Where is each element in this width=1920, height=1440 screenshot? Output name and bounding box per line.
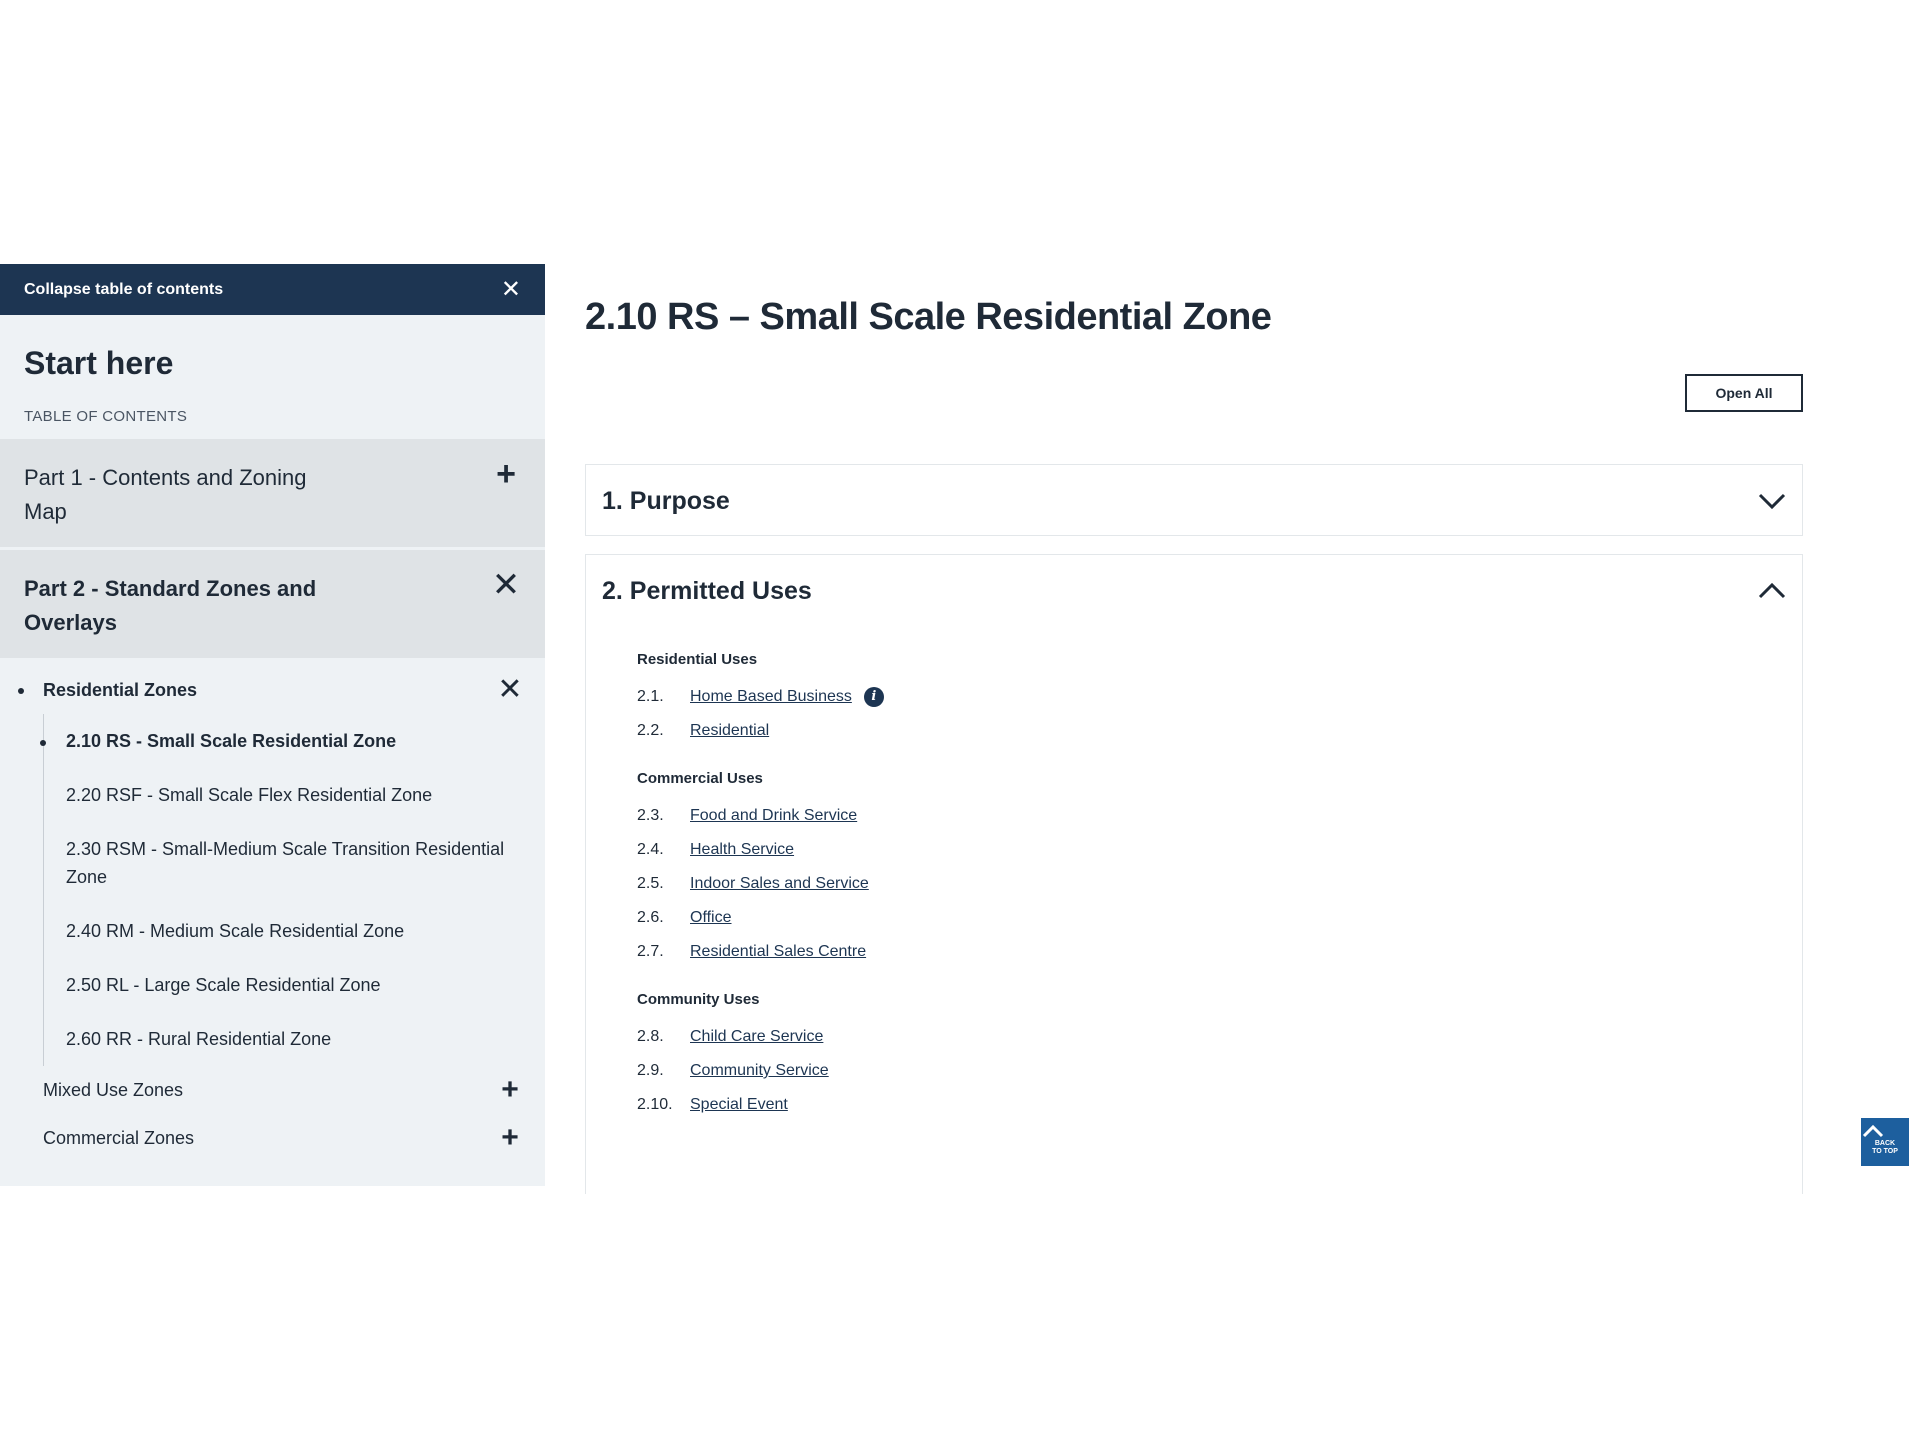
use-group-title: Community Uses (637, 991, 760, 1008)
use-item: 2.7. Residential Sales Centre (637, 935, 1802, 969)
toc-zone-label: 2.20 RSF - Small Scale Flex Residential … (66, 785, 433, 805)
use-item: 2.1. Home Based Business i (637, 680, 1802, 714)
use-item: 2.5. Indoor Sales and Service (637, 867, 1802, 901)
toc-label: TABLE OF CONTENTS (24, 408, 188, 425)
bullet-icon (18, 688, 24, 694)
permitted-uses-list: Residential Uses 2.1. Home Based Busines… (586, 627, 1802, 1122)
toc-zone-item-active[interactable]: 2.10 RS - Small Scale Residential Zone (40, 714, 545, 768)
use-item: 2.4. Health Service (637, 833, 1802, 867)
main-content: 2.10 RS – Small Scale Residential Zone O… (585, 264, 1803, 1194)
toc-commercial-zones-label[interactable]: Commercial Zones (43, 1128, 194, 1149)
close-icon[interactable]: ✕ (495, 675, 525, 705)
use-number: 2.3. (637, 807, 664, 824)
use-link[interactable]: Home Based Business (690, 688, 852, 706)
plus-icon[interactable]: + (495, 1075, 525, 1105)
use-link[interactable]: Indoor Sales and Service (690, 875, 869, 893)
toc-residential-zones-label[interactable]: Residential Zones (43, 680, 197, 701)
arrow-up-icon (1862, 1124, 1884, 1138)
use-number: 2.8. (637, 1028, 664, 1045)
use-link[interactable]: Residential (690, 722, 769, 740)
page-title: 2.10 RS – Small Scale Residential Zone (585, 296, 1272, 338)
toc-part-1[interactable]: Part 1 - Contents and Zoning Map + (0, 439, 545, 547)
toc-commercial-zones[interactable]: Commercial Zones + (0, 1114, 545, 1162)
accordion-purpose: 1. Purpose (585, 464, 1803, 536)
use-group-residential: Residential Uses 2.1. Home Based Busines… (637, 651, 1802, 748)
accordion-permitted-uses-title: 2. Permitted Uses (602, 576, 812, 605)
toc-part-2-title[interactable]: Part 2 - Standard Zones and Overlays (24, 572, 324, 640)
toc-zone-item[interactable]: 2.60 RR - Rural Residential Zone (44, 1012, 545, 1066)
use-number: 2.6. (637, 909, 664, 926)
use-link[interactable]: Child Care Service (690, 1028, 823, 1046)
toc-part-1-title[interactable]: Part 1 - Contents and Zoning Map (24, 461, 324, 529)
close-icon[interactable]: ✕ (501, 277, 521, 302)
toc-zone-item[interactable]: 2.50 RL - Large Scale Residential Zone (44, 958, 545, 1012)
toc-zone-item[interactable]: 2.30 RSM - Small-Medium Scale Transition… (44, 822, 545, 904)
bullet-icon (40, 740, 46, 746)
back-to-top-button[interactable]: BACK TO TOP (1861, 1118, 1909, 1166)
use-link[interactable]: Health Service (690, 841, 794, 859)
toc-zone-item[interactable]: 2.20 RSF - Small Scale Flex Residential … (44, 768, 545, 822)
back-to-top-line1: BACK (1874, 1140, 1896, 1147)
collapse-toc-label: Collapse table of contents (24, 280, 224, 298)
accordion-permitted-uses-header[interactable]: 2. Permitted Uses (586, 555, 1802, 627)
use-group-community: Community Uses 2.8. Child Care Service 2… (637, 991, 1802, 1122)
use-number: 2.4. (637, 841, 664, 858)
open-all-button[interactable]: Open All (1685, 374, 1803, 412)
use-number: 2.5. (637, 875, 664, 892)
info-icon[interactable]: i (863, 687, 884, 707)
toc-part-2[interactable]: Part 2 - Standard Zones and Overlays ✕ (0, 550, 545, 658)
accordion-permitted-uses: 2. Permitted Uses Residential Uses 2.1. … (585, 554, 1803, 1194)
use-item: 2.6. Office (637, 901, 1802, 935)
use-link[interactable]: Office (690, 909, 732, 927)
use-number: 2.7. (637, 943, 664, 960)
toc-zone-label: 2.50 RL - Large Scale Residential Zone (66, 975, 381, 995)
toc-zone-label: 2.30 RSM - Small-Medium Scale Transition… (66, 839, 505, 887)
use-item: 2.8. Child Care Service (637, 1020, 1802, 1054)
toc-zone-item[interactable]: 2.40 RM - Medium Scale Residential Zone (44, 904, 545, 958)
use-item: 2.10. Special Event (637, 1088, 1802, 1122)
toc-zone-label: 2.10 RS - Small Scale Residential Zone (66, 731, 397, 751)
use-number: 2.10. (637, 1096, 673, 1113)
use-item: 2.9. Community Service (637, 1054, 1802, 1088)
collapse-toc-button[interactable]: Collapse table of contents ✕ (0, 264, 545, 315)
accordion-purpose-title: 1. Purpose (602, 486, 730, 515)
use-group-title: Commercial Uses (637, 770, 763, 787)
use-group-commercial: Commercial Uses 2.3. Food and Drink Serv… (637, 770, 1802, 969)
toc-zone-list: 2.10 RS - Small Scale Residential Zone 2… (40, 714, 545, 1066)
use-link[interactable]: Residential Sales Centre (690, 943, 866, 961)
close-icon[interactable]: ✕ (491, 568, 521, 602)
chevron-down-icon[interactable] (1756, 485, 1788, 517)
use-number: 2.2. (637, 722, 664, 739)
use-link[interactable]: Community Service (690, 1062, 829, 1080)
toc-zone-label: 2.60 RR - Rural Residential Zone (66, 1029, 332, 1049)
toc-residential-zones[interactable]: Residential Zones ✕ (0, 666, 545, 714)
toc-part-2-children: Residential Zones ✕ 2.10 RS - Small Scal… (0, 658, 545, 1162)
use-link[interactable]: Special Event (690, 1096, 788, 1114)
toc-mixed-use-zones[interactable]: Mixed Use Zones + (0, 1066, 545, 1114)
chevron-up-icon[interactable] (1756, 575, 1788, 607)
use-group-title: Residential Uses (637, 651, 758, 668)
toc-zone-label: 2.40 RM - Medium Scale Residential Zone (66, 921, 405, 941)
accordion-purpose-header[interactable]: 1. Purpose (586, 465, 1802, 537)
plus-icon[interactable]: + (495, 1123, 525, 1153)
use-item: 2.3. Food and Drink Service (637, 799, 1802, 833)
plus-icon[interactable]: + (491, 457, 521, 491)
toc-mixed-use-zones-label[interactable]: Mixed Use Zones (43, 1080, 183, 1101)
start-here-heading: Start here (24, 345, 174, 381)
table-of-contents-sidebar: Collapse table of contents ✕ Start here … (0, 264, 545, 1186)
use-link[interactable]: Food and Drink Service (690, 807, 857, 825)
back-to-top-line2: TO TOP (1872, 1148, 1898, 1155)
use-number: 2.1. (637, 688, 664, 705)
page-content: Collapse table of contents ✕ Start here … (0, 264, 1920, 1194)
use-item: 2.2. Residential (637, 714, 1802, 748)
use-number: 2.9. (637, 1062, 664, 1079)
